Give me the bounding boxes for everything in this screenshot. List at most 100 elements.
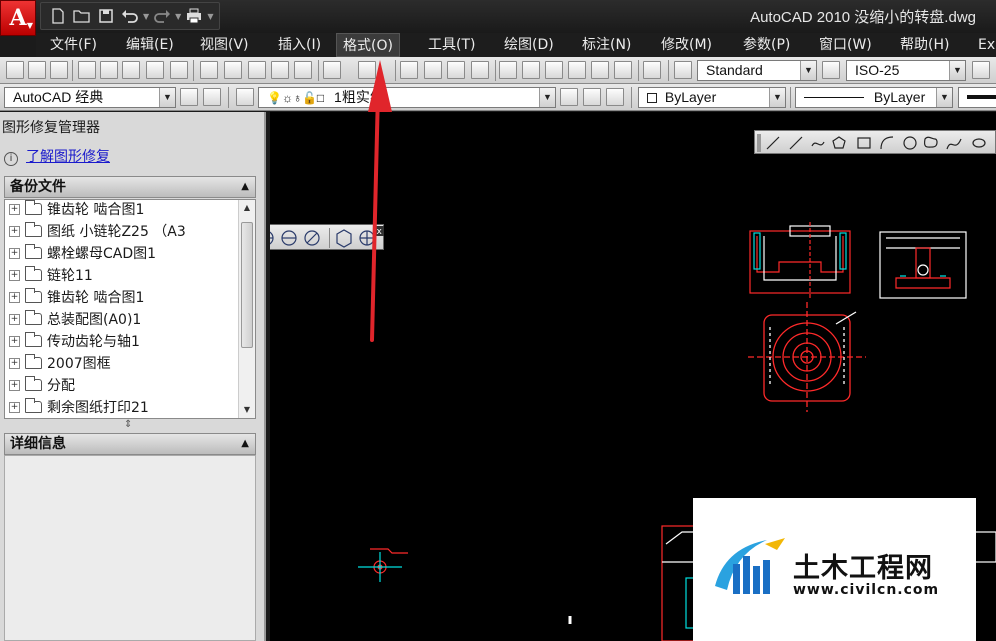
- linetype-select[interactable]: ByLayer ▼: [795, 87, 953, 108]
- expand-icon[interactable]: +: [9, 401, 20, 413]
- expand-icon[interactable]: +: [9, 247, 20, 259]
- section-splitter-icon[interactable]: ⇕: [124, 419, 132, 430]
- details-header[interactable]: 详细信息 ▲: [4, 433, 256, 455]
- undo-toolbar-icon[interactable]: [323, 61, 341, 79]
- redo-toolbar-icon[interactable]: [358, 61, 376, 79]
- expand-icon[interactable]: +: [9, 225, 20, 237]
- toolbar-lock-icon[interactable]: [203, 88, 221, 106]
- menu-draw[interactable]: 绘图(D): [498, 33, 560, 57]
- menu-format[interactable]: 格式(O): [336, 33, 400, 57]
- dimension-style-icon[interactable]: [822, 61, 840, 79]
- save-file-icon[interactable]: [50, 61, 68, 79]
- panel-resize-handle[interactable]: [264, 112, 266, 641]
- list-item[interactable]: +2007图框: [9, 352, 111, 374]
- collapse-icon[interactable]: ▲: [241, 434, 249, 454]
- expand-icon[interactable]: +: [9, 291, 20, 303]
- properties-icon[interactable]: [499, 61, 517, 79]
- workspace-select[interactable]: AutoCAD 经典 ▼: [4, 87, 176, 108]
- list-item[interactable]: + 螺栓螺母CAD图1: [9, 242, 156, 264]
- layer-previous-icon[interactable]: [583, 88, 601, 106]
- sheet-set-icon[interactable]: [170, 61, 188, 79]
- learn-recovery-link[interactable]: i 了解图形修复: [4, 146, 110, 166]
- undo-icon[interactable]: [119, 5, 141, 27]
- plot-icon[interactable]: [78, 61, 96, 79]
- block-editor-icon[interactable]: [294, 61, 312, 79]
- expand-icon[interactable]: +: [9, 335, 20, 347]
- list-item[interactable]: + 链轮11: [9, 264, 93, 286]
- list-item[interactable]: + 总装配图(A0)1: [9, 308, 141, 330]
- plot-preview-icon[interactable]: [100, 61, 118, 79]
- chevron-down-icon[interactable]: ▼: [936, 88, 952, 107]
- drawing-canvas[interactable]: x 土木工程网 www.civilcn.com: [270, 112, 996, 641]
- menu-tools[interactable]: 工具(T): [422, 33, 481, 57]
- zoom-window-icon[interactable]: [447, 61, 465, 79]
- menu-help[interactable]: 帮助(H): [894, 33, 955, 57]
- menu-file[interactable]: 文件(F): [44, 33, 103, 57]
- layer-state-icon[interactable]: [606, 88, 624, 106]
- expand-icon[interactable]: +: [9, 269, 20, 281]
- 3d-dwf-icon[interactable]: [146, 61, 164, 79]
- application-menu-button[interactable]: A ▼: [0, 0, 36, 36]
- list-item[interactable]: + 锥齿轮 啮合图1: [9, 286, 144, 308]
- copy-icon[interactable]: [224, 61, 242, 79]
- chevron-down-icon[interactable]: ▼: [539, 88, 555, 107]
- menu-edit[interactable]: 编辑(E): [120, 33, 180, 57]
- calculator-icon[interactable]: [614, 61, 632, 79]
- menu-view[interactable]: 视图(V): [194, 33, 255, 57]
- list-item[interactable]: + 锥齿轮 啮合图1: [9, 200, 144, 220]
- save-icon[interactable]: [95, 5, 117, 27]
- chevron-down-icon[interactable]: ▼: [769, 88, 785, 107]
- layer-properties-icon[interactable]: [236, 88, 254, 106]
- scroll-up-icon[interactable]: ▲: [239, 200, 255, 216]
- scroll-thumb[interactable]: [241, 222, 253, 348]
- make-object-layer-current-icon[interactable]: [560, 88, 578, 106]
- collapse-icon[interactable]: ▲: [241, 177, 249, 197]
- list-item[interactable]: + 分配: [9, 374, 75, 396]
- table-style-icon[interactable]: [972, 61, 990, 79]
- qnew-icon[interactable]: [6, 61, 24, 79]
- paste-icon[interactable]: [248, 61, 266, 79]
- menu-parametric[interactable]: 参数(P): [737, 33, 796, 57]
- expand-icon[interactable]: +: [9, 379, 20, 391]
- print-icon[interactable]: [183, 5, 205, 27]
- expand-icon[interactable]: +: [9, 313, 20, 325]
- chevron-down-icon[interactable]: ▼: [800, 61, 816, 80]
- match-properties-icon[interactable]: [271, 61, 289, 79]
- expand-icon[interactable]: +: [9, 203, 20, 215]
- chevron-down-icon[interactable]: ▼: [159, 88, 175, 107]
- menu-modify[interactable]: 修改(M): [655, 33, 718, 57]
- menu-dimension[interactable]: 标注(N): [576, 33, 637, 57]
- chevron-down-icon[interactable]: ▼: [949, 61, 965, 80]
- help-icon[interactable]: [643, 61, 661, 79]
- color-select[interactable]: ByLayer ▼: [638, 87, 786, 108]
- menu-express[interactable]: Ex: [972, 33, 996, 57]
- pan-icon[interactable]: [400, 61, 418, 79]
- sheet-set-manager-icon[interactable]: [568, 61, 586, 79]
- open-icon[interactable]: [71, 5, 93, 27]
- menu-window[interactable]: 窗口(W): [813, 33, 878, 57]
- zoom-realtime-icon[interactable]: [424, 61, 442, 79]
- publish-icon[interactable]: [122, 61, 140, 79]
- list-item[interactable]: + 图纸 小链轮Z25 （A3: [9, 220, 186, 242]
- layer-select[interactable]: 💡☼♁🔓□ 1粗实线 ▼: [258, 87, 556, 108]
- redo-dropdown-icon[interactable]: ▼: [175, 12, 181, 21]
- scroll-down-icon[interactable]: ▼: [239, 402, 255, 418]
- redo-icon[interactable]: [151, 5, 173, 27]
- backup-files-header[interactable]: 备份文件 ▲: [4, 176, 256, 198]
- dimension-style-select[interactable]: ISO-25 ▼: [846, 60, 966, 81]
- cut-icon[interactable]: [200, 61, 218, 79]
- qat-customize-icon[interactable]: ▼: [207, 12, 213, 21]
- list-item[interactable]: + 传动齿轮与轴1: [9, 330, 140, 352]
- expand-icon[interactable]: +: [9, 357, 20, 369]
- workspace-settings-icon[interactable]: [180, 88, 198, 106]
- menu-insert[interactable]: 插入(I): [272, 33, 327, 57]
- learn-link-text[interactable]: 了解图形修复: [26, 149, 110, 165]
- tool-palettes-icon[interactable]: [545, 61, 563, 79]
- text-style-icon[interactable]: [674, 61, 692, 79]
- open-file-icon[interactable]: [28, 61, 46, 79]
- zoom-previous-icon[interactable]: [471, 61, 489, 79]
- design-center-icon[interactable]: [522, 61, 540, 79]
- list-scrollbar[interactable]: ▲ ▼: [238, 200, 255, 418]
- undo-dropdown-icon[interactable]: ▼: [143, 12, 149, 21]
- list-item[interactable]: + 剩余图纸打印21: [9, 396, 149, 418]
